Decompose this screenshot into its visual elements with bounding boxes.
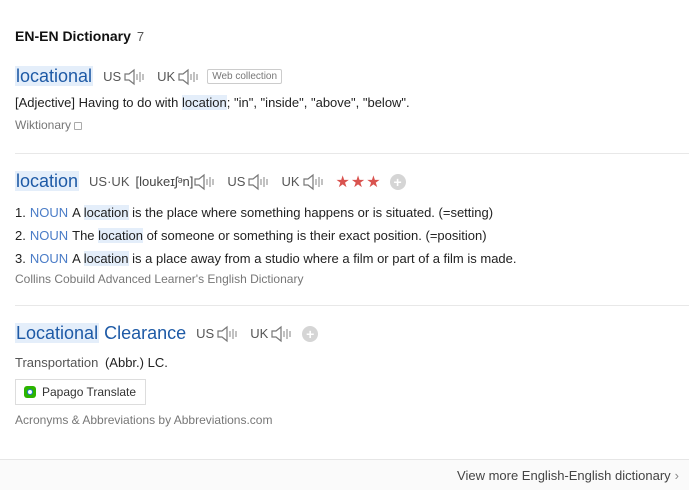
sense-before: The [72, 228, 99, 243]
sense-list: 1. NOUN A location is the place where some… [15, 201, 689, 270]
speaker-icon[interactable] [216, 325, 240, 343]
pron-label: UK [250, 326, 269, 341]
star-rating: ★★★ [335, 173, 382, 191]
papago-label: Papago Translate [42, 385, 137, 399]
source-label: Wiktionary [15, 118, 72, 132]
source-wiktionary[interactable]: Wiktionary [15, 118, 689, 132]
pron-us[interactable]: US [227, 173, 271, 191]
abbreviation-text: (Abbr.) LC. [104, 355, 168, 370]
pron-label: UK [281, 174, 300, 189]
sense-highlight[interactable]: location [83, 205, 129, 220]
entry-locational: locational US UK Web collection [Adjecti… [15, 66, 689, 132]
abbreviation-line: Transportation (Abbr.) LC. [15, 355, 689, 370]
result-count: 7 [136, 29, 145, 44]
pron-label: US [227, 174, 246, 189]
definition-before: Having to do with [78, 95, 182, 110]
source-collins[interactable]: Collins Cobuild Advanced Learner's Engli… [15, 272, 689, 286]
phonetic-text: [loukeɪʃᵊn] [135, 174, 194, 189]
sense-item: 2. NOUN The location of someone or somethi… [15, 224, 689, 247]
sense-number: 3. [15, 251, 26, 266]
entry-word-link[interactable]: Locational Clearance [15, 323, 186, 344]
sense-highlight[interactable]: location [83, 251, 129, 266]
web-collection-tag: Web collection [207, 69, 283, 84]
speaker-icon[interactable] [247, 173, 271, 191]
entry-location: location US·UK [loukeɪʃᵊn] US UK ★★★ + 1… [15, 171, 689, 286]
definition-pos: [Adjective] [15, 95, 75, 110]
sense-after: is a place away from a studio where a fi… [128, 251, 517, 266]
papago-wrapper: Papago Translate [15, 379, 689, 405]
speaker-icon[interactable] [302, 173, 326, 191]
plus-icon[interactable]: + [302, 325, 319, 342]
pron-label: US [196, 326, 215, 341]
view-more-label: View more English-English dictionary [457, 468, 671, 483]
entry-word-link[interactable]: locational [15, 66, 94, 87]
view-more-link[interactable]: View more English-English dictionary › [457, 468, 679, 483]
section-title-text: EN-EN Dictionary [15, 28, 131, 44]
category-label: Transportation [15, 355, 99, 370]
pron-us[interactable]: US [103, 68, 147, 86]
entry-word-highlight: Locational [15, 323, 100, 343]
pron-uk[interactable]: UK [157, 68, 201, 86]
sense-highlight[interactable]: location [98, 228, 143, 243]
sense-pos: NOUN [29, 251, 69, 266]
definition-highlight[interactable]: location [181, 95, 227, 110]
divider [15, 305, 689, 306]
sense-after: of someone or something is their exact p… [142, 228, 487, 243]
external-link-icon [74, 121, 83, 130]
sense-after: is the place where something happens or … [128, 205, 494, 220]
entry-locational-clearance: Locational Clearance US UK + Transportat… [15, 323, 689, 427]
plus-icon[interactable]: + [389, 173, 406, 190]
pron-uk[interactable]: UK [281, 173, 325, 191]
pron-label: UK [157, 69, 176, 84]
divider [15, 153, 689, 154]
pron-label: US [103, 69, 122, 84]
sense-number: 1. [15, 205, 26, 220]
pron-us[interactable]: US [196, 325, 240, 343]
entry-word-rest: Clearance [99, 323, 187, 343]
sense-before: A [72, 251, 84, 266]
papago-logo-icon [24, 386, 36, 398]
sense-item: 3. NOUN A location is a place away from a … [15, 247, 689, 270]
entry-word-text: location [15, 171, 80, 191]
speaker-icon[interactable] [177, 68, 201, 86]
entry-word-link[interactable]: location [15, 171, 80, 192]
definition: [Adjective] Having to do with location; … [15, 95, 689, 110]
pron-label: US·UK [89, 174, 130, 189]
pron-uk[interactable]: UK [250, 325, 294, 343]
papago-translate-button[interactable]: Papago Translate [15, 379, 147, 405]
sense-pos: NOUN [29, 205, 69, 220]
footer-bar: View more English-English dictionary › [0, 459, 689, 490]
definition-after: ; "in", "inside", "above", "below". [226, 95, 410, 110]
sense-pos: NOUN [29, 228, 69, 243]
speaker-icon[interactable] [123, 68, 147, 86]
sense-item: 1. NOUN A location is the place where some… [15, 201, 689, 224]
pron-us-uk[interactable]: US·UK [loukeɪʃᵊn] [89, 173, 217, 191]
chevron-right-icon: › [674, 468, 679, 483]
sense-number: 2. [15, 228, 26, 243]
entry-word-text: locational [15, 66, 94, 86]
sense-before: A [72, 205, 84, 220]
speaker-icon[interactable] [270, 325, 294, 343]
speaker-icon[interactable] [193, 173, 217, 191]
source-abbreviations[interactable]: Acronyms & Abbreviations by Abbreviation… [15, 413, 689, 427]
dictionary-section-title: EN-EN Dictionary 7 [15, 28, 144, 44]
